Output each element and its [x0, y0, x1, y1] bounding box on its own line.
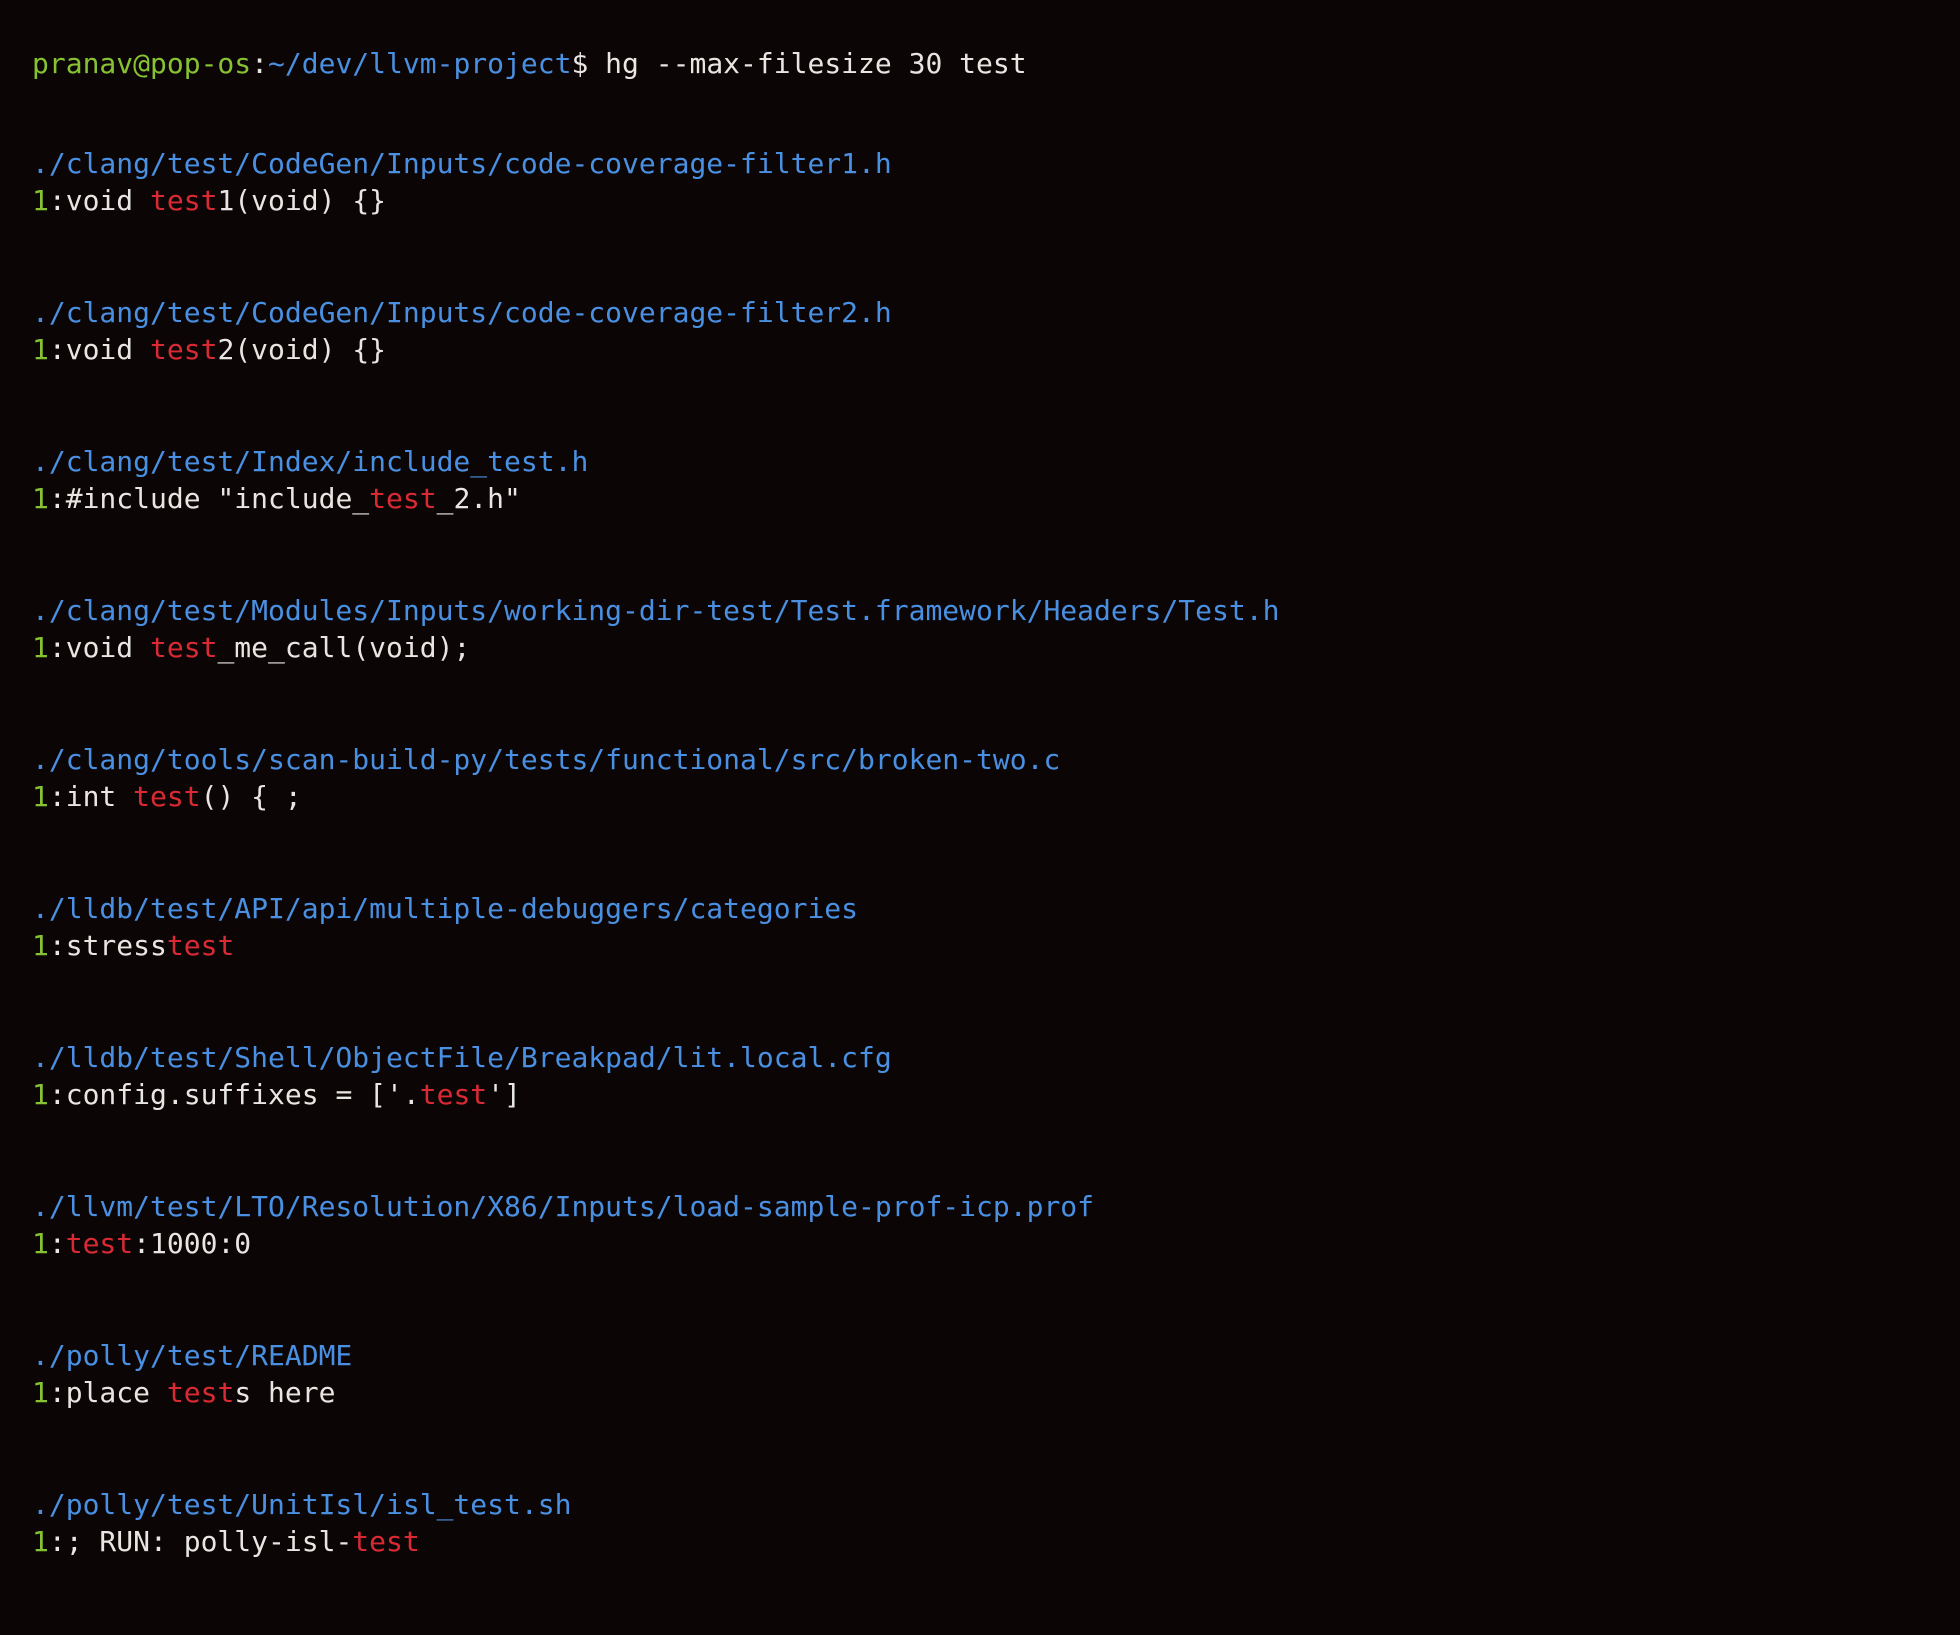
command-prompt-line: pranav@pop-os:~/dev/llvm-project$ hg --m…: [32, 45, 1940, 82]
result-match-line: 1:void test_me_call(void);: [32, 629, 1940, 666]
result-match-line: 1:stresstest: [32, 927, 1940, 964]
result-text-after: s here: [234, 1376, 336, 1409]
search-result: ./lldb/test/API/api/multiple-debuggers/c…: [32, 890, 1940, 964]
result-text-after: () { ;: [200, 780, 302, 813]
result-colon: :: [48, 184, 66, 217]
result-file-path[interactable]: ./clang/test/Index/include_test.h: [32, 443, 1940, 480]
result-text-before: void: [65, 631, 151, 664]
result-match-highlight: test: [166, 929, 235, 962]
result-line-number: 1: [32, 780, 49, 813]
search-result: ./lldb/test/Shell/ObjectFile/Breakpad/li…: [32, 1039, 1940, 1113]
result-text-before: ; RUN: polly-isl-: [65, 1525, 353, 1558]
search-result: ./clang/tools/scan-build-py/tests/functi…: [32, 741, 1940, 815]
prompt-separator: :: [251, 47, 269, 80]
result-match-highlight: test: [352, 1525, 420, 1558]
result-colon: :: [48, 482, 66, 515]
result-text-after: 2(void) {}: [217, 333, 387, 366]
result-text-after: 1(void) {}: [217, 184, 387, 217]
result-colon: :: [48, 1078, 66, 1111]
result-line-number: 1: [32, 631, 49, 664]
result-file-path[interactable]: ./llvm/test/LTO/Resolution/X86/Inputs/lo…: [32, 1188, 1940, 1225]
result-text-after: _2.h": [436, 482, 521, 515]
result-colon: :: [48, 929, 66, 962]
prompt-cwd: ~/dev/llvm-project: [268, 47, 572, 80]
result-match-line: 1:config.suffixes = ['.test']: [32, 1076, 1940, 1113]
result-match-highlight: test: [166, 1376, 235, 1409]
search-result: ./polly/test/README 1:place tests here: [32, 1337, 1940, 1411]
prompt-symbol: $: [571, 47, 589, 80]
result-text-before: stress: [65, 929, 167, 962]
result-match-line: 1:place tests here: [32, 1374, 1940, 1411]
result-colon: :: [48, 1227, 66, 1260]
result-match-highlight: test: [65, 1227, 134, 1260]
result-file-path[interactable]: ./clang/test/CodeGen/Inputs/code-coverag…: [32, 145, 1940, 182]
result-file-path[interactable]: ./clang/tools/scan-build-py/tests/functi…: [32, 741, 1940, 778]
result-line-number: 1: [32, 929, 49, 962]
result-line-number: 1: [32, 1227, 49, 1260]
result-text-before: void: [65, 333, 151, 366]
result-file-path[interactable]: ./clang/test/CodeGen/Inputs/code-coverag…: [32, 294, 1940, 331]
search-result: ./clang/test/Modules/Inputs/working-dir-…: [32, 592, 1940, 666]
result-text-before: place: [65, 1376, 167, 1409]
result-match-highlight: test: [133, 780, 201, 813]
result-colon: :: [48, 1525, 66, 1558]
search-result: ./clang/test/CodeGen/Inputs/code-coverag…: [32, 145, 1940, 219]
result-match-line: 1:#include "include_test_2.h": [32, 480, 1940, 517]
result-text-before: config.suffixes = ['.: [65, 1078, 420, 1111]
result-match-highlight: test: [150, 184, 218, 217]
result-match-line: 1:void test2(void) {}: [32, 331, 1940, 368]
result-match-highlight: test: [369, 482, 437, 515]
result-match-line: 1:test:1000:0: [32, 1225, 1940, 1262]
result-match-line: 1:int test() { ;: [32, 778, 1940, 815]
result-colon: :: [48, 780, 66, 813]
result-match-highlight: test: [150, 333, 218, 366]
prompt-user-host: pranav@pop-os: [32, 47, 252, 80]
result-text-after: _me_call(void);: [217, 631, 471, 664]
result-file-path[interactable]: ./polly/test/README: [32, 1337, 1940, 1374]
result-text-before: #include "include_: [65, 482, 370, 515]
result-match-line: 1:void test1(void) {}: [32, 182, 1940, 219]
result-colon: :: [48, 631, 66, 664]
result-match-highlight: test: [150, 631, 218, 664]
result-match-line: 1:; RUN: polly-isl-test: [32, 1523, 1940, 1560]
search-result: ./polly/test/UnitIsl/isl_test.sh 1:; RUN…: [32, 1486, 1940, 1560]
result-text-after: :1000:0: [133, 1227, 252, 1260]
search-result: ./clang/test/Index/include_test.h 1:#inc…: [32, 443, 1940, 517]
result-colon: :: [48, 1376, 66, 1409]
terminal-output[interactable]: pranav@pop-os:~/dev/llvm-project$ hg --m…: [32, 45, 1940, 1635]
result-line-number: 1: [32, 1525, 49, 1558]
result-match-highlight: test: [419, 1078, 488, 1111]
command-text: hg --max-filesize 30 test: [588, 47, 1027, 80]
result-colon: :: [48, 333, 66, 366]
result-line-number: 1: [32, 1078, 49, 1111]
result-line-number: 1: [32, 1376, 49, 1409]
result-file-path[interactable]: ./polly/test/UnitIsl/isl_test.sh: [32, 1486, 1940, 1523]
result-line-number: 1: [32, 184, 49, 217]
result-text-before: int: [65, 780, 134, 813]
result-line-number: 1: [32, 333, 49, 366]
result-text-after: ']: [487, 1078, 521, 1111]
result-text-before: void: [65, 184, 151, 217]
search-result: ./llvm/test/LTO/Resolution/X86/Inputs/lo…: [32, 1188, 1940, 1262]
result-file-path[interactable]: ./lldb/test/API/api/multiple-debuggers/c…: [32, 890, 1940, 927]
search-result: ./clang/test/CodeGen/Inputs/code-coverag…: [32, 294, 1940, 368]
result-line-number: 1: [32, 482, 49, 515]
result-file-path[interactable]: ./clang/test/Modules/Inputs/working-dir-…: [32, 592, 1940, 629]
result-file-path[interactable]: ./lldb/test/Shell/ObjectFile/Breakpad/li…: [32, 1039, 1940, 1076]
